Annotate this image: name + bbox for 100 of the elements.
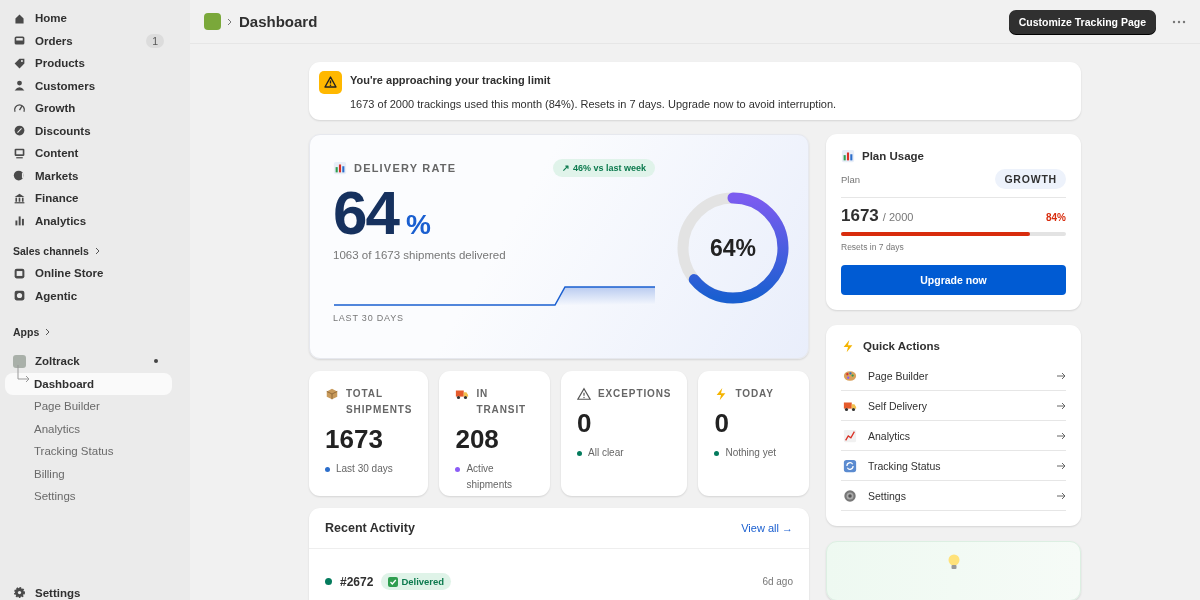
banner-title: You're approaching your tracking limit: [350, 74, 552, 86]
nav-item[interactable]: Analytics: [5, 209, 172, 232]
bar-chart-icon: [841, 149, 855, 163]
stat-label: EXCEPTIONS: [598, 387, 672, 401]
arrow-right-icon: [1057, 371, 1066, 380]
line-chart-icon: [843, 428, 857, 443]
usage-count: 1673: [841, 206, 879, 226]
plan-badge: GROWTH: [995, 169, 1066, 189]
nav-item[interactable]: Finance: [5, 187, 172, 210]
card-title: Quick Actions: [863, 340, 940, 352]
quick-action-item[interactable]: Settings: [841, 481, 1066, 511]
nav-item[interactable]: Markets: [5, 164, 172, 187]
card-title: Recent Activity: [325, 521, 415, 535]
stat-note: Last 30 days: [336, 462, 393, 476]
stat-value: 0: [714, 408, 730, 439]
action-label: Analytics: [868, 429, 910, 442]
stat-value: 208: [455, 424, 500, 455]
check-icon: [388, 576, 399, 587]
app-item[interactable]: Zoltrack: [5, 350, 172, 373]
person-icon: [13, 79, 26, 93]
quick-action-item[interactable]: Analytics: [841, 421, 1066, 451]
delivery-rate-value: 64: [333, 181, 398, 245]
action-label: Self Delivery: [868, 399, 927, 412]
nav-item[interactable]: Home: [5, 7, 172, 30]
subnav-item[interactable]: Billing: [5, 462, 172, 485]
bar-chart-icon: [333, 161, 347, 175]
subnav-item[interactable]: Dashboard: [5, 372, 172, 395]
gauge-icon: [13, 101, 26, 115]
nav-item[interactable]: Orders 1: [5, 29, 172, 52]
nav-item[interactable]: Products: [5, 52, 172, 75]
status-badge: Delivered: [381, 573, 452, 590]
arrow-right-icon: [1057, 491, 1066, 500]
usage-percent: 84%: [1046, 212, 1066, 223]
nav-item[interactable]: Online Store: [5, 262, 172, 285]
stat-label: IN TRANSIT: [476, 387, 528, 417]
warning-icon: [577, 387, 591, 401]
palette-icon: [843, 368, 857, 383]
delivery-caption: 1063 of 1673 shipments delivered: [333, 249, 507, 261]
arrow-right-icon: [1057, 461, 1066, 470]
nav-item[interactable]: Agentic: [5, 284, 172, 307]
stat-note: All clear: [588, 446, 624, 460]
quick-action-item[interactable]: Page Builder: [841, 361, 1066, 391]
subnav-item[interactable]: Page Builder: [5, 395, 172, 418]
chevron-icon: [93, 247, 101, 255]
trend-badge: ↗ 46% vs last week: [553, 159, 655, 177]
stat-note: Active shipments: [466, 462, 513, 492]
tree-connector-icon: [17, 364, 31, 385]
box-icon: [325, 387, 339, 401]
count-badge: 1: [146, 33, 164, 48]
page-title: Dashboard: [239, 13, 318, 30]
app-logo-icon: [204, 13, 221, 30]
lightning-icon: [841, 339, 855, 353]
chevron-icon: [44, 328, 52, 336]
percent-sign: %: [405, 209, 431, 241]
action-label: Tracking Status: [868, 459, 941, 472]
card-title: DELIVERY RATE: [354, 162, 457, 174]
stat-value: 0: [577, 408, 593, 439]
nav-item[interactable]: Growth: [5, 97, 172, 120]
ring-label: 64%: [710, 234, 756, 262]
time-ago: 6d ago: [762, 576, 793, 587]
subnav-item[interactable]: Analytics: [5, 417, 172, 440]
banner-message: 1673 of 2000 trackings used this month (84%). Resets in 7 days. Upgrade now to avoid interruption.: [350, 98, 837, 110]
chevron-icon: [227, 17, 233, 26]
quick-action-item[interactable]: Self Delivery: [841, 391, 1066, 421]
stat-note: Nothing yet: [725, 446, 777, 460]
usage-total: / 2000: [882, 211, 914, 223]
reset-note: Resets in 7 days: [841, 242, 905, 252]
storefront-icon: [13, 266, 26, 280]
quick-action-item[interactable]: Tracking Status: [841, 451, 1066, 481]
order-number: #2672: [340, 574, 374, 589]
subnav-item[interactable]: Settings: [5, 485, 172, 508]
action-label: Page Builder: [868, 369, 929, 382]
arrow-right-icon: [1057, 401, 1066, 410]
inbox-icon: [13, 34, 26, 48]
arrow-right-icon: [1057, 431, 1066, 440]
section-label[interactable]: Sales channels: [13, 245, 89, 257]
home-icon: [13, 11, 26, 25]
upgrade-button[interactable]: Upgrade now: [841, 265, 1066, 295]
bar-chart-icon: [13, 214, 26, 228]
nav-item[interactable]: Customers: [5, 74, 172, 97]
plan-label: Plan: [841, 173, 860, 185]
action-label: Settings: [868, 489, 906, 502]
refresh-icon: [843, 458, 857, 473]
stat-value: 1673: [325, 424, 384, 455]
customize-button[interactable]: Customize Tracking Page: [1008, 9, 1156, 34]
app-icon: [13, 354, 26, 368]
monitor-icon: [13, 146, 26, 160]
section-label[interactable]: Apps: [13, 326, 40, 338]
nav-item[interactable]: Discounts: [5, 119, 172, 142]
subnav-item[interactable]: Tracking Status: [5, 440, 172, 463]
stat-label: TOTAL SHIPMENTS: [346, 387, 413, 417]
lightbulb-icon: [947, 554, 960, 571]
card-title: Plan Usage: [862, 150, 924, 162]
status-dot-icon: [154, 359, 158, 364]
nav-item[interactable]: Settings: [5, 581, 172, 600]
nav-item[interactable]: Content: [5, 142, 172, 165]
view-all-link[interactable]: View all →: [741, 522, 793, 534]
more-icon[interactable]: [1172, 19, 1186, 24]
period-label: LAST 30 DAYS: [333, 313, 405, 323]
bank-icon: [13, 191, 26, 205]
